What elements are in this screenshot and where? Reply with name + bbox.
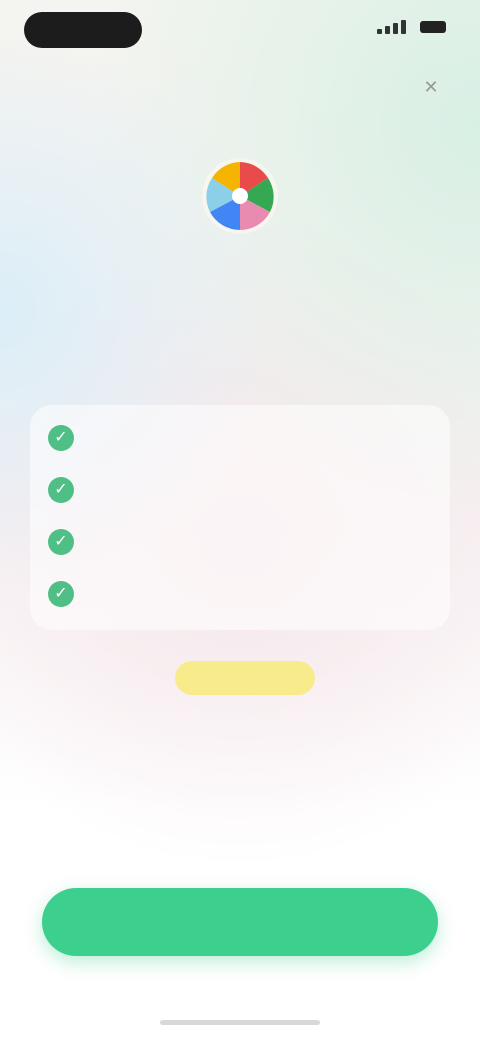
plan-option-right[interactable] <box>375 655 445 661</box>
list-item: ✓ <box>48 477 428 513</box>
check-icon: ✓ <box>48 477 74 503</box>
list-item: ✓ <box>48 425 428 461</box>
status-bar <box>0 0 480 64</box>
continue-button[interactable] <box>42 888 438 956</box>
check-icon: ✓ <box>48 529 74 555</box>
plan-badge <box>175 661 315 695</box>
list-item: ✓ <box>48 581 428 617</box>
home-indicator <box>160 1020 320 1025</box>
battery-icon <box>420 21 446 33</box>
time-pill <box>24 12 142 48</box>
plan-option-middle[interactable] <box>170 655 320 695</box>
status-icons <box>377 20 446 34</box>
plan-option-left[interactable] <box>48 655 118 661</box>
check-icon: ✓ <box>48 581 74 607</box>
plan-selector <box>30 655 450 745</box>
feature-list: ✓ ✓ ✓ ✓ <box>48 425 428 633</box>
pinwheel-logo-icon <box>200 156 280 236</box>
signal-icon <box>377 20 406 34</box>
check-icon: ✓ <box>48 425 74 451</box>
list-item: ✓ <box>48 529 428 565</box>
close-icon[interactable]: ✕ <box>422 78 440 96</box>
